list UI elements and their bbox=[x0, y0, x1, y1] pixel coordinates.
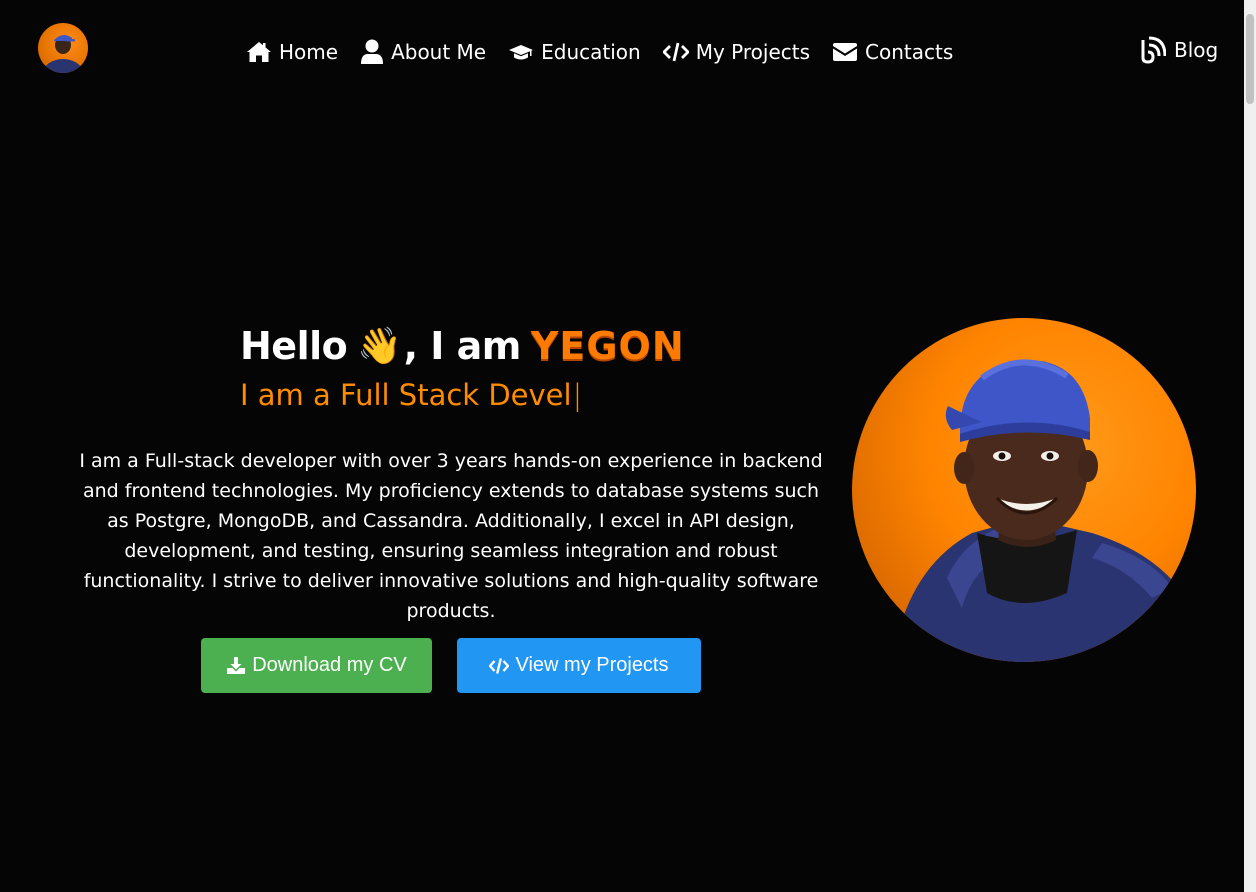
nav-about-label: About Me bbox=[391, 40, 487, 64]
wave-emoji: 👋 bbox=[357, 326, 402, 367]
hero-bio: I am a Full-stack developer with over 3 … bbox=[79, 450, 823, 622]
blog-icon bbox=[1141, 36, 1166, 64]
nav-projects[interactable]: My Projects bbox=[662, 40, 810, 64]
nav-blog-label: Blog bbox=[1174, 38, 1219, 62]
graduation-cap-icon bbox=[509, 45, 534, 60]
nav-education-label: Education bbox=[541, 40, 641, 64]
typing-cursor: | bbox=[572, 378, 583, 412]
nav-home[interactable]: Home bbox=[246, 40, 338, 64]
view-projects-button[interactable]: View my Projects bbox=[457, 638, 701, 693]
download-cv-button[interactable]: Download my CV bbox=[201, 638, 432, 693]
nav-home-label: Home bbox=[279, 40, 339, 64]
typed-role: I am a Full Stack Devel| bbox=[240, 378, 582, 412]
typed-text: I am a Full Stack Devel bbox=[240, 378, 572, 412]
download-icon bbox=[227, 656, 246, 674]
scrollbar-thumb[interactable] bbox=[1246, 14, 1254, 104]
home-icon bbox=[247, 42, 271, 62]
nav-education[interactable]: Education bbox=[508, 40, 641, 64]
nav-about[interactable]: About Me bbox=[360, 39, 486, 65]
logo-avatar[interactable] bbox=[38, 23, 88, 73]
download-cv-label: Download my CV bbox=[252, 654, 407, 676]
code-icon bbox=[662, 42, 689, 62]
envelope-icon bbox=[833, 43, 857, 61]
hero-greeting: Hello 👋 , I am YEGON bbox=[240, 322, 685, 370]
code-icon bbox=[489, 657, 510, 674]
greeting-prefix: Hello bbox=[240, 324, 348, 368]
nav-contacts-label: Contacts bbox=[865, 40, 954, 64]
nav-links: Home About Me Education My Projects Cont… bbox=[246, 36, 953, 68]
navbar: Home About Me Education My Projects Cont… bbox=[0, 0, 1244, 100]
hero-name: YEGON bbox=[530, 324, 685, 368]
nav-contacts[interactable]: Contacts bbox=[832, 40, 953, 64]
page-scrollbar[interactable] bbox=[1244, 0, 1256, 892]
person-portrait-icon bbox=[892, 359, 1196, 662]
profile-photo bbox=[852, 318, 1196, 662]
avatar-icon bbox=[43, 34, 83, 73]
user-icon bbox=[361, 39, 384, 64]
view-projects-label: View my Projects bbox=[515, 654, 669, 676]
greeting-mid: , I am bbox=[403, 324, 522, 368]
nav-blog[interactable]: Blog bbox=[1140, 36, 1218, 64]
nav-projects-label: My Projects bbox=[695, 40, 810, 64]
